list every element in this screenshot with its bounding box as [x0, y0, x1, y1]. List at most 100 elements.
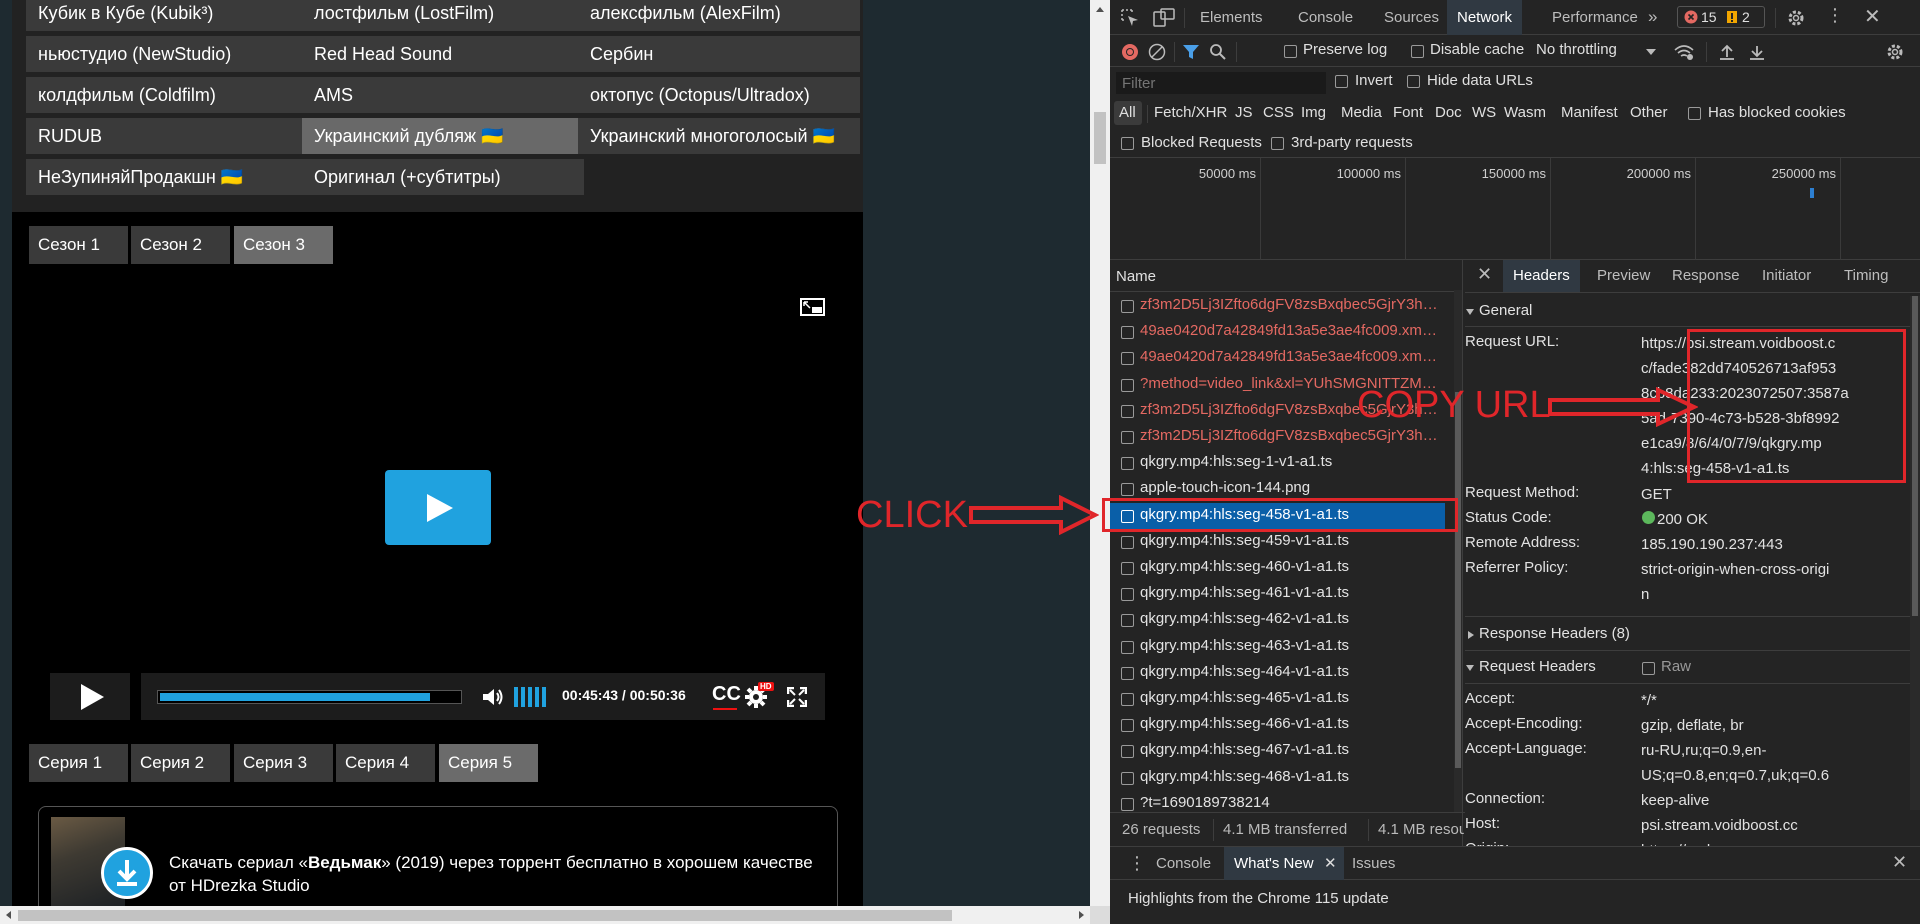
preserve-log-checkbox[interactable] — [1284, 45, 1297, 58]
more-tabs-icon[interactable]: » — [1648, 7, 1657, 27]
request-row-checkbox[interactable] — [1121, 771, 1134, 785]
hide-data-urls-checkbox[interactable] — [1407, 75, 1420, 88]
episode-tab[interactable]: Серия 3 — [234, 744, 333, 782]
request-row-checkbox[interactable] — [1121, 483, 1134, 497]
chevron-down-icon[interactable] — [1465, 307, 1475, 317]
raw-checkbox[interactable] — [1642, 662, 1655, 675]
filter-input[interactable] — [1116, 72, 1326, 94]
network-conditions-icon[interactable] — [1673, 43, 1695, 61]
episode-tab-active[interactable]: Серия 5 — [439, 744, 538, 782]
video-player[interactable] — [12, 212, 863, 906]
request-row-checkbox[interactable] — [1121, 797, 1134, 811]
torrent-download-box[interactable]: Скачать сериал «Ведьмак» (2019) через то… — [38, 806, 838, 906]
drawer-menu-icon[interactable]: ⋮ — [1128, 853, 1146, 874]
general-section-title[interactable]: General — [1479, 302, 1532, 319]
request-row[interactable]: qkgry.mp4:hls:seg-462-v1-a1.ts — [1110, 607, 1445, 633]
translator-button[interactable]: Оригинал (+субтитры) — [302, 159, 584, 195]
volume-bar[interactable] — [542, 687, 546, 707]
page-horizontal-scrollbar[interactable] — [0, 906, 1090, 924]
details-scrollbar[interactable] — [1910, 296, 1920, 810]
disable-cache-label[interactable]: Disable cache — [1430, 41, 1524, 58]
big-play-button[interactable] — [385, 470, 491, 545]
request-row[interactable]: zf3m2D5Lj3IZfto6dgFV8zsBxqbec5GjrY3hP49.… — [1110, 293, 1445, 319]
export-har-icon[interactable] — [1748, 43, 1766, 61]
third-party-checkbox[interactable] — [1271, 137, 1284, 150]
whats-new-message[interactable]: Highlights from the Chrome 115 update — [1128, 890, 1389, 907]
chevron-right-icon[interactable] — [1466, 630, 1476, 640]
chevron-down-icon[interactable] — [1465, 663, 1475, 673]
volume-bar[interactable] — [521, 687, 525, 707]
tab-preview[interactable]: Preview — [1587, 260, 1660, 292]
response-headers-title[interactable]: Response Headers (8) — [1479, 625, 1630, 642]
request-row[interactable]: qkgry.mp4:hls:seg-467-v1-a1.ts — [1110, 738, 1445, 764]
request-row-checkbox[interactable] — [1121, 588, 1134, 602]
request-list-scroll-thumb[interactable] — [1455, 392, 1461, 768]
scroll-left-icon[interactable] — [2, 906, 16, 924]
type-filter-wasm[interactable]: Wasm — [1504, 104, 1546, 121]
request-row-checkbox[interactable] — [1121, 300, 1134, 313]
request-row[interactable]: qkgry.mp4:hls:seg-1-v1-a1.ts — [1110, 450, 1445, 476]
chevron-down-icon[interactable] — [1645, 47, 1657, 57]
disable-cache-checkbox[interactable] — [1411, 45, 1424, 58]
request-row[interactable]: 49ae0420d7a42849fd13a5e3ae4fc009.xml?v..… — [1110, 345, 1445, 371]
close-devtools-icon[interactable]: ✕ — [1864, 4, 1881, 29]
request-row[interactable]: qkgry.mp4:hls:seg-461-v1-a1.ts — [1110, 581, 1445, 607]
request-row-checkbox[interactable] — [1121, 404, 1134, 418]
hide-data-urls-label[interactable]: Hide data URLs — [1427, 72, 1533, 89]
blocked-cookies-label[interactable]: Has blocked cookies — [1708, 104, 1846, 121]
issues-counter[interactable]: 15 2 — [1677, 6, 1765, 28]
tab-console[interactable]: Console — [1288, 0, 1363, 35]
fullscreen-icon[interactable] — [787, 687, 807, 707]
page-vertical-scrollbar[interactable] — [1090, 0, 1110, 906]
request-list-scrollbar[interactable] — [1454, 290, 1462, 812]
network-overview[interactable]: 50000 ms 100000 ms 150000 ms 200000 ms 2… — [1110, 158, 1920, 260]
type-filter-js[interactable]: JS — [1235, 104, 1253, 121]
type-filter-other[interactable]: Other — [1630, 104, 1668, 121]
third-party-label[interactable]: 3rd-party requests — [1291, 134, 1413, 151]
import-har-icon[interactable] — [1718, 43, 1736, 61]
tab-sources[interactable]: Sources — [1374, 0, 1449, 35]
request-row[interactable]: qkgry.mp4:hls:seg-463-v1-a1.ts — [1110, 634, 1445, 660]
clear-icon[interactable] — [1148, 43, 1166, 61]
translator-button-active[interactable]: Украинский дубляж 🇺🇦 — [302, 118, 584, 154]
filter-icon[interactable] — [1182, 43, 1200, 61]
download-button[interactable] — [101, 847, 153, 899]
details-scroll-thumb[interactable] — [1912, 296, 1918, 616]
type-filter-manifest[interactable]: Manifest — [1561, 104, 1618, 121]
blocked-requests-checkbox[interactable] — [1121, 137, 1134, 150]
type-filter-doc[interactable]: Doc — [1435, 104, 1462, 121]
translator-button[interactable]: RUDUB — [26, 118, 308, 154]
invert-checkbox[interactable] — [1335, 75, 1348, 88]
episode-tab[interactable]: Серия 4 — [336, 744, 435, 782]
search-icon[interactable] — [1209, 43, 1227, 61]
throttling-select[interactable]: No throttling — [1536, 41, 1617, 58]
translator-button[interactable]: алексфильм (AlexFilm) — [578, 0, 860, 31]
type-filter-img[interactable]: Img — [1301, 104, 1326, 121]
raw-label[interactable]: Raw — [1661, 658, 1691, 675]
page-h-scroll-thumb[interactable] — [18, 910, 952, 921]
request-row[interactable]: qkgry.mp4:hls:seg-464-v1-a1.ts — [1110, 660, 1445, 686]
device-toolbar-icon[interactable] — [1153, 8, 1175, 28]
request-row-checkbox[interactable] — [1121, 693, 1134, 706]
request-row-checkbox[interactable] — [1121, 640, 1134, 654]
episode-tab[interactable]: Серия 2 — [131, 744, 230, 782]
translator-button[interactable]: Украинский многоголосый 🇺🇦 — [578, 118, 860, 154]
request-row[interactable]: qkgry.mp4:hls:seg-468-v1-a1.ts — [1110, 765, 1445, 791]
request-row[interactable]: qkgry.mp4:hls:seg-466-v1-a1.ts — [1110, 712, 1445, 738]
close-drawer-icon[interactable]: ✕ — [1892, 852, 1907, 873]
drawer-tab-console[interactable]: Console — [1146, 847, 1221, 880]
translator-button[interactable]: Red Head Sound — [302, 36, 584, 72]
invert-label[interactable]: Invert — [1355, 72, 1393, 89]
subtitles-button[interactable]: CC — [712, 683, 741, 706]
tab-network[interactable]: Network — [1447, 0, 1523, 35]
request-row[interactable]: 49ae0420d7a42849fd13a5e3ae4fc009.xml?v..… — [1110, 319, 1445, 345]
seek-bar[interactable] — [157, 690, 462, 704]
translator-button[interactable]: Кубик в Кубе (Kubik³) — [26, 0, 308, 31]
close-details-icon[interactable]: ✕ — [1477, 264, 1492, 285]
translator-button[interactable]: ньюстудио (NewStudio) — [26, 36, 308, 72]
type-filter-ws[interactable]: WS — [1472, 104, 1496, 121]
tab-initiator[interactable]: Initiator — [1752, 260, 1821, 292]
download-description[interactable]: Скачать сериал «Ведьмак» (2019) через то… — [169, 851, 819, 897]
panel-divider[interactable] — [1462, 260, 1463, 846]
tab-headers[interactable]: Headers — [1503, 260, 1580, 292]
